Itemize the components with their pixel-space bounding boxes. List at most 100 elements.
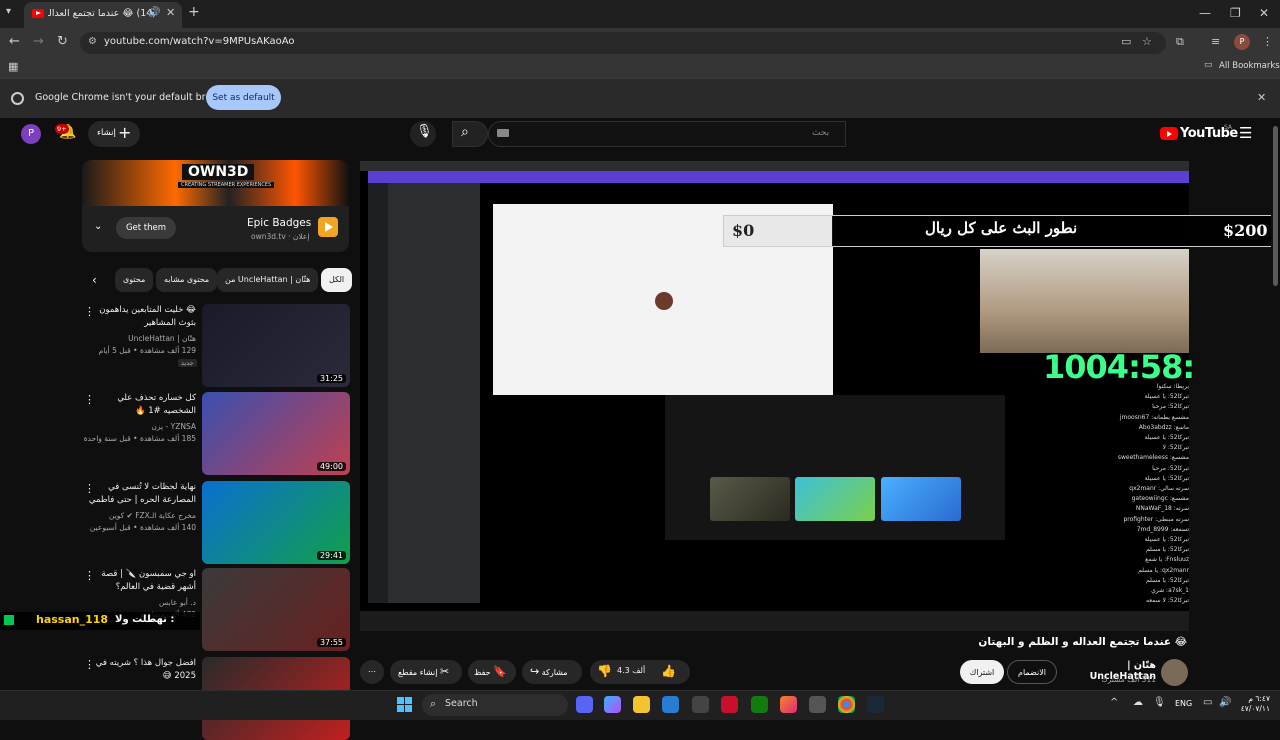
set-as-default-button[interactable]: Set as default [206, 85, 281, 110]
chevron-left-icon[interactable]: ‹ [92, 273, 97, 287]
chip-all[interactable]: الكل [321, 268, 353, 292]
clock[interactable]: ٦:٤٧ م ٤٧/٠٧/١١ [1238, 694, 1270, 714]
site-info-icon[interactable]: ⚙ [88, 36, 97, 47]
chip-related[interactable]: محتوى مشابه [156, 268, 218, 292]
ad-banner-image[interactable]: OWN3D CREATING STREAMER EXPERIENCES [82, 160, 349, 206]
rec-thumbnail[interactable]: 31:25 [202, 304, 350, 387]
youtube-logo-icon[interactable] [1160, 127, 1178, 140]
rec-title[interactable]: كل خساره تحذف علي الشخصيه #1 🔥 [84, 392, 196, 418]
rec-title[interactable]: 😂 خليت المتابعين يداهمون بثوث المشاهير [84, 304, 196, 330]
chrome-menu-icon[interactable]: ⋮ [1262, 35, 1273, 48]
chat-line: سرته سالي: qx2manr [1129, 485, 1189, 493]
subscribe-button[interactable]: اشتراك [960, 660, 1004, 684]
tab-close-icon[interactable]: ✕ [166, 6, 175, 19]
chat-line: تبركا52: مرحبا [1152, 464, 1189, 472]
apps-grid-icon[interactable]: ▦ [8, 60, 18, 73]
chip-content[interactable]: محتوى [115, 268, 154, 292]
network-icon[interactable]: ▭ [1203, 697, 1212, 708]
tab-search-icon[interactable]: ▾ [6, 6, 11, 17]
all-bookmarks-link[interactable]: All Bookmarks [1219, 61, 1280, 71]
rec-thumbnail[interactable]: 49:00 [202, 392, 350, 475]
overlay-chat-message: : نهطلت ولا [115, 614, 175, 625]
more-options-icon[interactable]: ⋮ [84, 305, 95, 318]
file-explorer-icon[interactable] [633, 696, 650, 713]
chat-line: سرته مبنطى: profighter [1123, 515, 1189, 523]
dislike-icon[interactable]: 👎 [597, 664, 612, 678]
like-icon[interactable]: 👍 [661, 664, 676, 678]
more-options-icon[interactable]: ⋮ [84, 569, 95, 582]
join-button[interactable]: الانضمام [1007, 660, 1057, 684]
mic-tray-icon[interactable]: 🎙 [1153, 697, 1166, 708]
instagram-app-icon[interactable] [780, 696, 797, 713]
chat-line: مشسع: gateowiingc [1131, 495, 1189, 503]
scrollbar-thumb[interactable] [1273, 126, 1278, 286]
copilot-app-icon[interactable] [604, 696, 621, 713]
settings-app-icon[interactable] [809, 696, 826, 713]
like-count[interactable]: 4.3 ألف [617, 666, 645, 675]
discord-notice-bar [368, 171, 1189, 183]
search-button[interactable] [452, 121, 488, 147]
tab-audio-icon[interactable]: 🔊 [148, 7, 160, 18]
search-input[interactable] [488, 121, 846, 147]
input-language[interactable]: ENG [1175, 699, 1192, 708]
steam-app-icon[interactable] [867, 696, 884, 713]
save-button[interactable]: حفظ 🔖 [468, 660, 516, 684]
media-controls-icon[interactable]: ≡ [1211, 35, 1220, 48]
more-actions-button[interactable]: ⋯ [360, 660, 384, 684]
xbox-app-icon[interactable] [751, 696, 768, 713]
windows-start-icon[interactable] [397, 697, 412, 712]
window-close-icon[interactable]: ✕ [1259, 6, 1269, 20]
more-options-icon[interactable]: ⋮ [84, 482, 95, 495]
ad-play-icon [318, 217, 338, 237]
ad-title[interactable]: Epic Badges [247, 217, 311, 229]
keyboard-icon[interactable] [497, 129, 509, 137]
account-avatar[interactable]: P [21, 124, 41, 144]
clip-button[interactable]: إنشاء مقطع ✂ [390, 660, 462, 684]
bookmark-icon: 🔖 [493, 665, 507, 678]
rec-title[interactable]: افضل جوال هذا ؟ شريته في 2025 😅 [84, 657, 196, 683]
rec-channel[interactable]: مخرج عكاية الـFZX ✔ كوين [80, 510, 196, 522]
profile-avatar[interactable]: P [1234, 34, 1250, 50]
reload-icon[interactable]: ↻ [57, 34, 68, 49]
taskbar-search-box[interactable] [422, 694, 568, 716]
microphone-icon[interactable]: 🎙 [416, 124, 433, 139]
volume-icon[interactable]: 🔊 [1219, 697, 1231, 708]
more-options-icon[interactable]: ⋮ [84, 393, 95, 406]
rec-title[interactable]: او جي سمبسون 🔪 | قصة أشهر قضية في العالم… [84, 568, 196, 594]
chevron-down-icon[interactable]: ⌄ [94, 221, 102, 232]
channel-avatar[interactable] [1161, 659, 1188, 686]
red-app-icon[interactable] [721, 696, 738, 713]
back-icon[interactable]: ← [9, 34, 20, 49]
rec-thumbnail[interactable]: 37:55 [202, 568, 350, 651]
rec-title[interactable]: نهاية لحظات لا تُنسى في المصارعة الحره |… [84, 481, 196, 507]
more-options-icon[interactable]: ⋮ [84, 658, 95, 671]
url-text[interactable]: youtube.com/watch?v=9MPUsAKaoAo [104, 36, 295, 47]
rec-channel[interactable]: هتّان | UncleHattan [80, 333, 196, 345]
bookmark-star-icon[interactable]: ☆ [1142, 35, 1152, 48]
video-title: 😂 عندما تجتمع العداله و الظلم و البهتان [978, 636, 1187, 648]
taskbar-search-label: Search [445, 698, 478, 709]
rec-channel[interactable]: د. أبو عابس [80, 597, 196, 609]
new-tab-button[interactable]: + [188, 4, 200, 20]
chip-from-channel[interactable]: من UncleHattan | هتّان [217, 268, 319, 292]
maximize-icon[interactable]: ❐ [1230, 6, 1241, 20]
cast-icon[interactable]: ▭ [1121, 35, 1131, 48]
discord-app-icon[interactable] [576, 696, 593, 713]
search-icon[interactable]: ⌕ [461, 124, 469, 140]
chrome-app-icon[interactable] [838, 696, 855, 713]
store-app-icon[interactable] [662, 696, 679, 713]
cloud-icon[interactable]: ☁ [1133, 697, 1143, 708]
infobar-close-icon[interactable]: ✕ [1257, 91, 1266, 104]
guide-menu-icon[interactable]: ☰ [1239, 124, 1252, 142]
rec-channel[interactable]: YZNSA - يزن [80, 421, 196, 433]
ad-cta-button[interactable]: Get them [116, 217, 176, 239]
obs-app-icon[interactable] [692, 696, 709, 713]
minimize-icon[interactable]: — [1199, 6, 1211, 20]
share-button[interactable]: ↪ مشاركة [522, 660, 582, 684]
forward-icon[interactable]: → [33, 34, 44, 49]
rec-thumbnail[interactable]: 29:41 [202, 481, 350, 564]
browser-tab[interactable]: (14) 😂 عندما تجتمع العداله 🔊 ✕ [24, 2, 182, 28]
extensions-icon[interactable]: ⧉ [1176, 35, 1184, 49]
ad-brand-tagline: CREATING STREAMER EXPERIENCES [178, 182, 275, 188]
tray-overflow-icon[interactable]: ^ [1110, 697, 1118, 708]
